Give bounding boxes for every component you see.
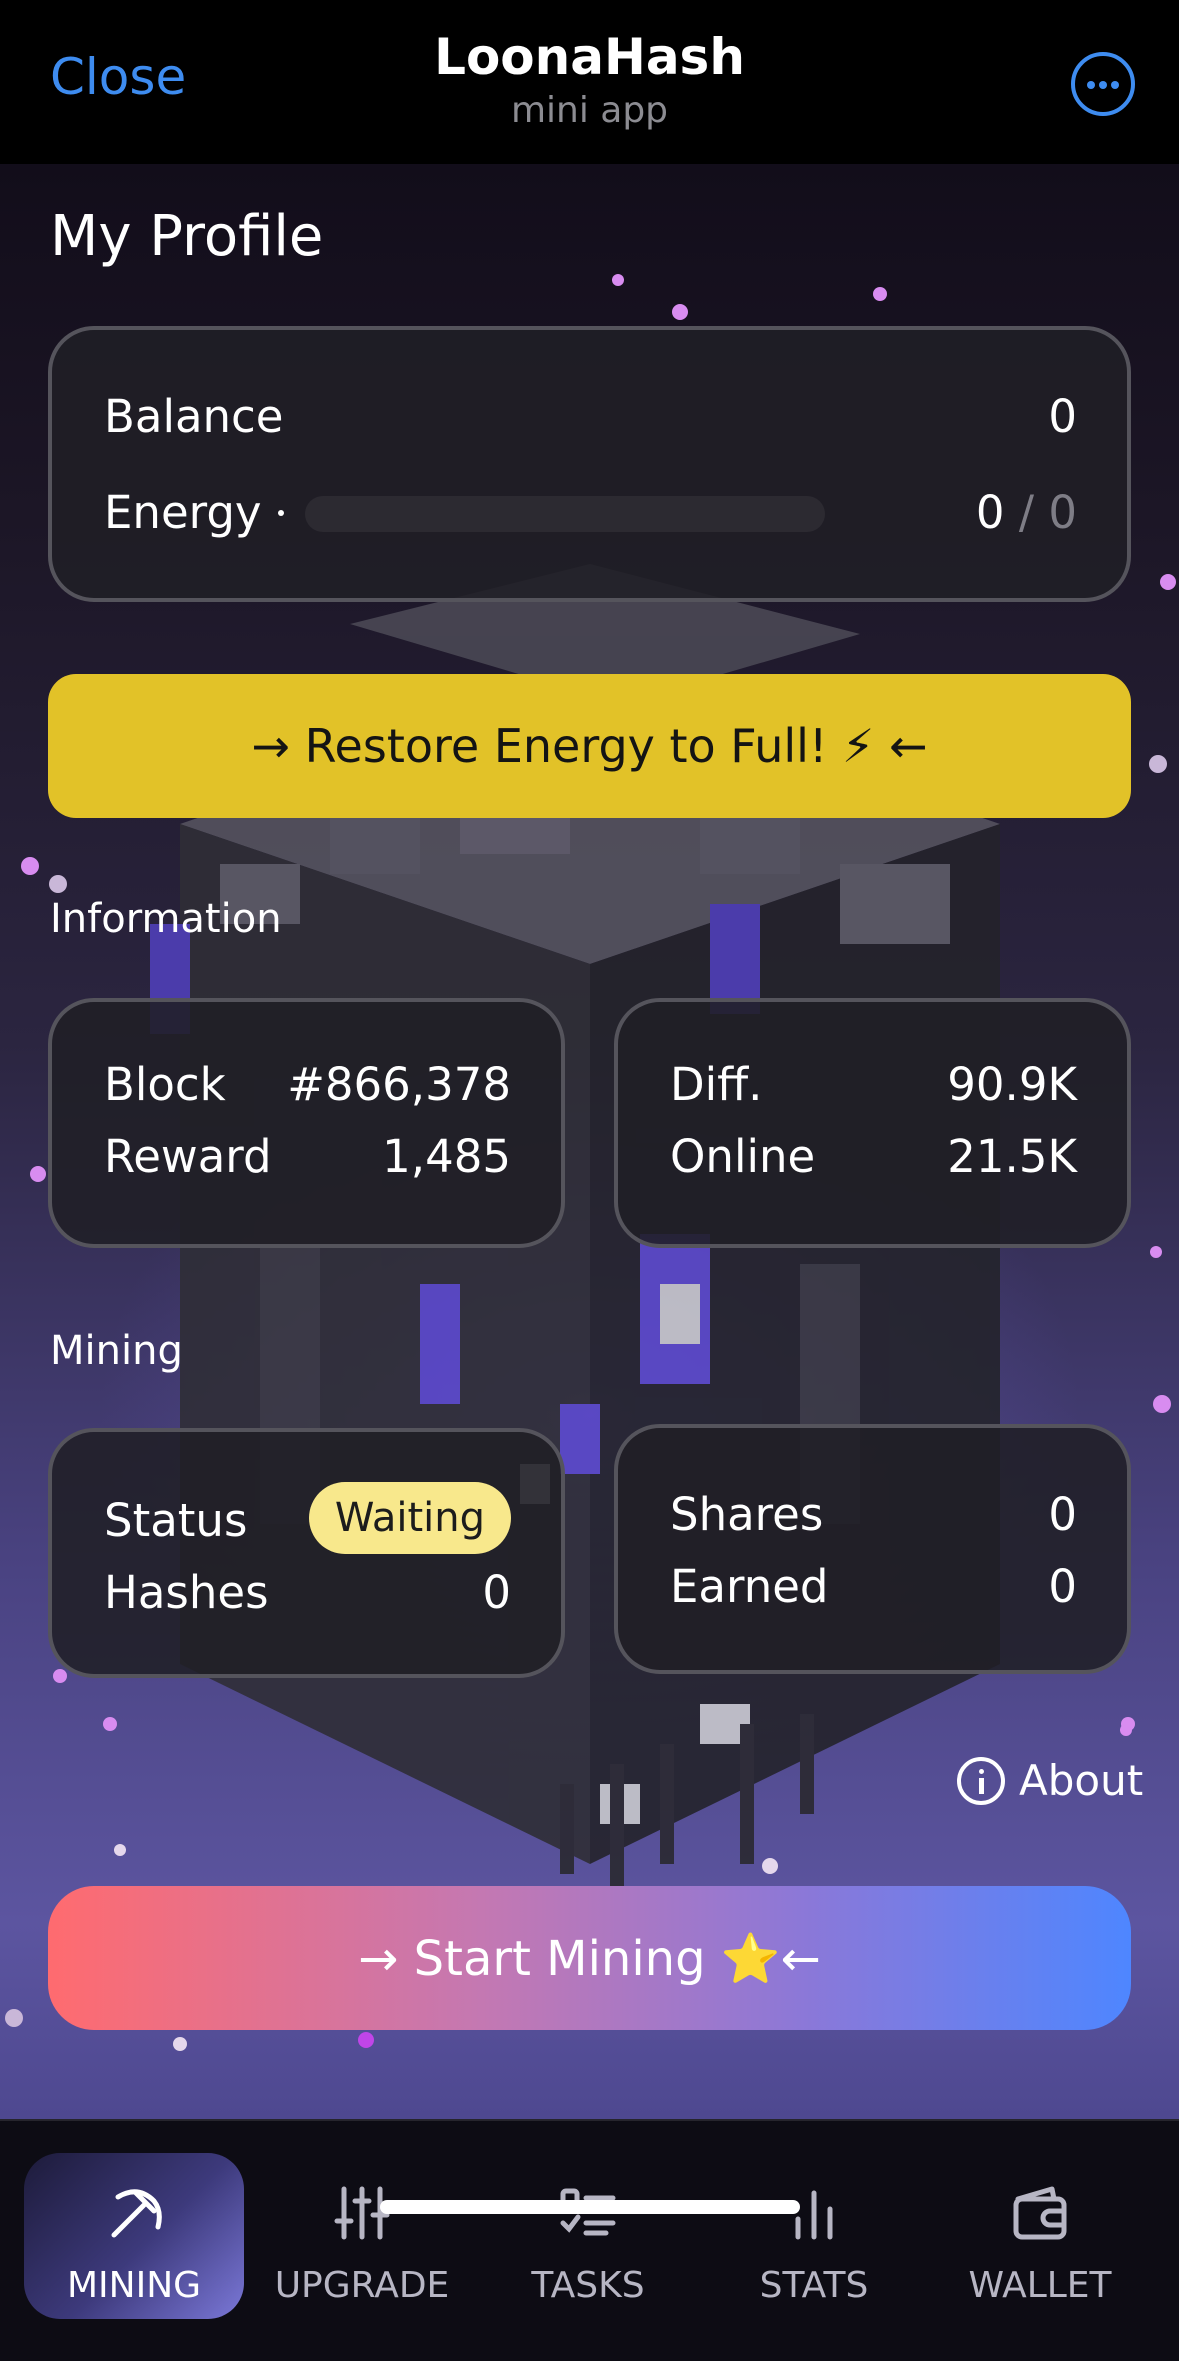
- nav-item-stats[interactable]: STATS: [704, 2153, 924, 2319]
- block-card: Block #866,378 Reward 1,485: [48, 998, 565, 1248]
- status-badge: Waiting: [308, 1482, 511, 1554]
- nav-label-upgrade: UPGRADE: [274, 2265, 450, 2306]
- mining-section-label: Mining: [50, 1328, 183, 1374]
- top-bar: Close LoonaHash mini app: [0, 0, 1179, 164]
- nav-label-tasks: TASKS: [531, 2265, 645, 2306]
- energy-progress-bar: [305, 496, 825, 532]
- online-value: 21.5K: [947, 1130, 1077, 1183]
- mining-earnings-card: Shares 0 Earned 0: [614, 1424, 1131, 1674]
- about-link[interactable]: About: [957, 1756, 1143, 1805]
- hashes-value: 0: [482, 1566, 511, 1619]
- shares-value: 0: [1048, 1488, 1077, 1541]
- wallet-icon: [1013, 2186, 1067, 2240]
- balance-value: 0: [1048, 390, 1077, 443]
- energy-current: 0: [975, 486, 1005, 539]
- app-subtitle: mini app: [510, 90, 669, 131]
- ellipsis-circle-icon[interactable]: [1071, 52, 1135, 116]
- energy-separator: /: [1018, 486, 1035, 539]
- block-label: Block: [104, 1058, 226, 1111]
- online-label: Online: [670, 1130, 816, 1183]
- nav-item-wallet[interactable]: WALLET: [930, 2153, 1150, 2319]
- energy-max: 0: [1048, 486, 1077, 539]
- nav-label-stats: STATS: [759, 2265, 869, 2306]
- about-label: About: [1019, 1756, 1144, 1805]
- home-indicator: [380, 2200, 800, 2214]
- start-mining-button[interactable]: → Start Mining ⭐←: [48, 1886, 1131, 2030]
- network-card: Diff. 90.9K Online 21.5K: [614, 998, 1131, 1248]
- nav-item-tasks[interactable]: TASKS: [478, 2153, 698, 2319]
- diff-label: Diff.: [670, 1058, 763, 1111]
- profile-card: Balance 0 Energy 0 / 0: [48, 326, 1131, 602]
- nav-item-upgrade[interactable]: UPGRADE: [252, 2153, 472, 2319]
- earned-label: Earned: [670, 1560, 829, 1613]
- reward-label: Reward: [104, 1130, 272, 1183]
- info-circle-icon: [957, 1756, 1005, 1805]
- page-title: My Profile: [50, 204, 324, 269]
- shares-label: Shares: [670, 1488, 824, 1541]
- balance-label: Balance: [104, 390, 284, 443]
- block-value: #866,378: [287, 1058, 511, 1111]
- status-label: Status: [104, 1494, 248, 1547]
- bottom-nav: MINING UPGRADE TASKS STATS WALLET: [0, 2119, 1179, 2361]
- nav-label-mining: MINING: [66, 2265, 202, 2306]
- hashes-label: Hashes: [104, 1566, 269, 1619]
- app-title: LoonaHash: [434, 28, 745, 86]
- pickaxe-icon: [111, 2189, 162, 2238]
- earned-value: 0: [1048, 1560, 1077, 1613]
- energy-label: Energy: [104, 486, 262, 539]
- main-content: My Profile Balance 0 Energy 0 / 0 → Rest…: [0, 164, 1179, 2119]
- restore-energy-button[interactable]: → Restore Energy to Full! ⚡ ←: [48, 674, 1131, 818]
- nav-label-wallet: WALLET: [968, 2265, 1112, 2306]
- energy-indicator-dot: [278, 510, 284, 516]
- energy-readout: 0 / 0: [976, 486, 1077, 539]
- information-section-label: Information: [50, 896, 282, 942]
- diff-value: 90.9K: [947, 1058, 1077, 1111]
- nav-item-mining[interactable]: MINING: [24, 2153, 244, 2319]
- reward-value: 1,485: [382, 1130, 511, 1183]
- mining-status-card: Status Waiting Hashes 0: [48, 1428, 565, 1678]
